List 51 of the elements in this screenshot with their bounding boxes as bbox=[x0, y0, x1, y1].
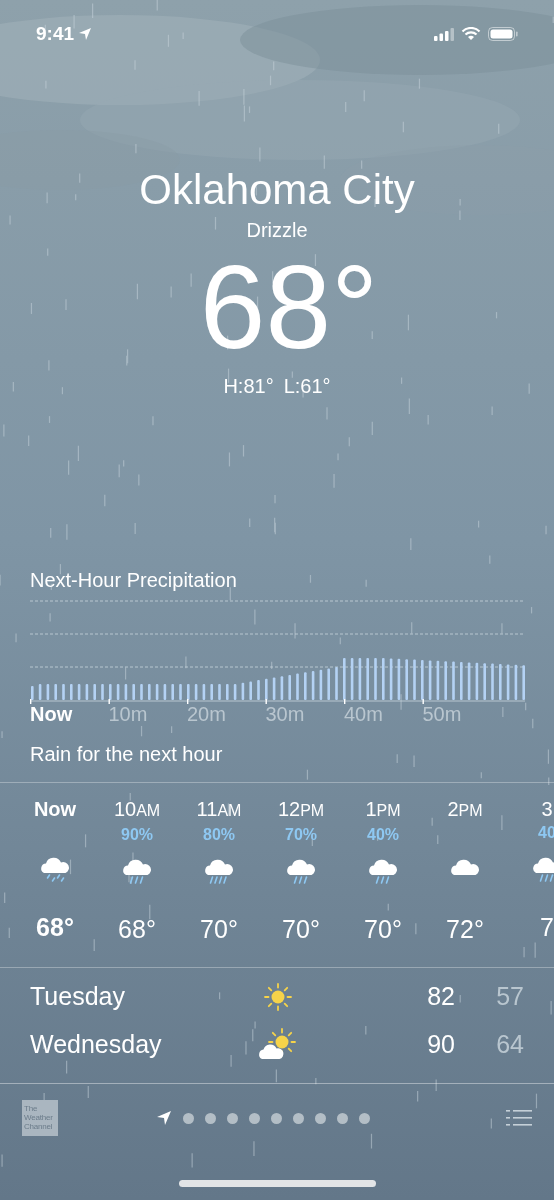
hourly-temperature: 72° bbox=[446, 914, 484, 944]
hour-label: 10AM bbox=[113, 797, 161, 822]
precipitation-chance: 70% bbox=[285, 825, 317, 845]
cloud-icon bbox=[449, 857, 481, 875]
rain-cloud-icon bbox=[367, 857, 399, 887]
time-label: 20m bbox=[187, 702, 226, 726]
city-name: Oklahoma City bbox=[139, 165, 415, 215]
signal-icon bbox=[434, 27, 454, 41]
low-temperature: L:61° bbox=[283, 374, 331, 398]
location-arrow-icon[interactable] bbox=[156, 1110, 172, 1126]
hourly-temperature: 68° bbox=[36, 912, 74, 942]
hour-label: 11AM bbox=[196, 797, 242, 822]
rain-cloud-icon bbox=[39, 855, 71, 885]
status-time: 9:41 bbox=[36, 21, 75, 46]
precipitation-chance: 40% bbox=[367, 825, 399, 845]
low-temperature: 57 bbox=[495, 981, 524, 1013]
hour-label: 3 bbox=[541, 797, 553, 821]
time-label: 30m bbox=[265, 702, 305, 726]
hourly-temperature: 70° bbox=[364, 914, 402, 944]
day-name: Tuesday bbox=[30, 981, 126, 1013]
hourly-temperature: 70° bbox=[282, 914, 320, 944]
high-temperature: 90 bbox=[426, 1029, 455, 1061]
hourly-temperature: 70° bbox=[200, 914, 238, 944]
condition-label: Drizzle bbox=[246, 218, 308, 242]
low-temperature: 64 bbox=[495, 1029, 524, 1061]
hourly-temperature: 7 bbox=[540, 912, 554, 942]
high-temperature: H:81° bbox=[223, 374, 274, 398]
time-label: 40m bbox=[344, 702, 383, 726]
battery-icon bbox=[488, 27, 518, 41]
time-label: Now bbox=[30, 702, 73, 726]
hour-label: 12PM bbox=[277, 797, 325, 822]
current-temperature: 68° bbox=[198, 242, 379, 372]
hour-label: Now bbox=[33, 797, 77, 821]
rain-cloud-icon bbox=[531, 855, 554, 885]
precipitation-summary: Rain for the next hour bbox=[30, 742, 224, 766]
wifi-icon bbox=[461, 27, 481, 41]
rain-cloud-icon bbox=[285, 857, 317, 887]
rain-cloud-icon bbox=[203, 857, 235, 887]
list-icon[interactable] bbox=[506, 1109, 532, 1127]
precipitation-chance: 80% bbox=[203, 825, 235, 845]
hourly-temperature: 68° bbox=[118, 914, 156, 944]
hour-label: 1PM bbox=[365, 797, 401, 822]
section-title: Next-Hour Precipitation bbox=[30, 568, 238, 592]
hour-label: 2PM bbox=[447, 797, 483, 822]
time-label: 50m bbox=[422, 702, 462, 726]
time-label: 10m bbox=[108, 702, 148, 726]
high-temperature: 82 bbox=[426, 981, 455, 1013]
day-name: Wednesday bbox=[30, 1029, 163, 1061]
precipitation-chance: 90% bbox=[121, 825, 153, 845]
rain-cloud-icon bbox=[121, 857, 153, 887]
location-arrow-icon bbox=[78, 27, 93, 41]
